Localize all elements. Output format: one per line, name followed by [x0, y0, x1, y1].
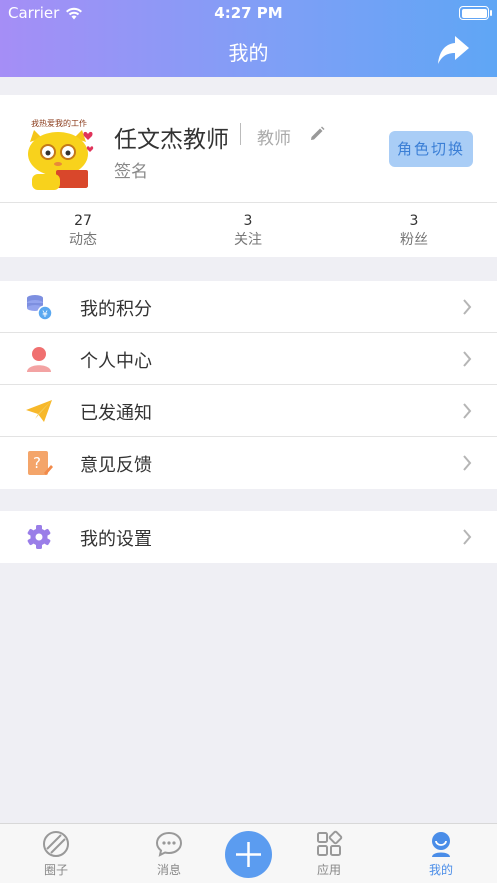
person-icon [27, 347, 51, 372]
menu-item-settings[interactable]: 我的设置 [0, 511, 497, 563]
user-role: 教师 [257, 129, 291, 149]
stat-label: 关注 [234, 232, 262, 248]
coins-icon: ¥ [27, 295, 53, 321]
tab-messages[interactable]: 消息 [139, 830, 199, 878]
feedback-icon: ? [28, 451, 53, 475]
avatar-caption: 我热爱我的工作 [31, 118, 87, 128]
stat-following[interactable]: 3 关注 [188, 213, 308, 249]
menu-group-settings: 我的设置 [0, 511, 497, 563]
clock: 4:27 PM [214, 4, 283, 22]
stat-label: 粉丝 [400, 232, 428, 248]
tab-label: 我的 [428, 863, 453, 877]
tab-me[interactable]: 我的 [411, 830, 471, 878]
status-bar: Carrier 4:27 PM [0, 0, 497, 26]
name-divider [240, 123, 241, 145]
add-button[interactable] [225, 831, 272, 878]
menu-label: 意见反馈 [80, 455, 152, 476]
cartoon-cat-avatar: 我热爱我的工作 [16, 112, 102, 198]
nav-header: Carrier 4:27 PM 我的 [0, 0, 497, 77]
share-icon[interactable] [435, 32, 471, 68]
stat-value: 27 [74, 213, 92, 229]
menu-item-feedback[interactable]: ? 意见反馈 [0, 437, 497, 489]
menu-label: 已发通知 [80, 403, 152, 424]
tab-label: 圈子 [43, 863, 68, 877]
menu-label: 我的设置 [80, 529, 152, 550]
message-icon [155, 831, 183, 857]
profile-icon [432, 832, 450, 857]
page-title: 我的 [228, 41, 269, 65]
menu-item-sent-notices[interactable]: 已发通知 [0, 385, 497, 437]
menu-group-main: ¥ 我的积分 个人中心 已发通知 ? 意见反馈 [0, 281, 497, 489]
tab-apps[interactable]: 应用 [299, 830, 359, 878]
gear-icon [27, 525, 51, 549]
chevron-right-icon [463, 299, 472, 315]
role-switch-button[interactable]: 角色切换 [389, 131, 473, 167]
user-name: 任文杰教师 [114, 127, 229, 153]
menu-label: 个人中心 [80, 351, 152, 372]
apps-icon [317, 830, 343, 856]
plus-icon [236, 842, 261, 867]
chevron-right-icon [463, 529, 472, 545]
battery-icon [459, 6, 492, 20]
profile-card: 我热爱我的工作 任文杰教师 教师 签名 角色切换 27 动态 3 关注 3 粉丝 [0, 95, 497, 257]
signature[interactable]: 签名 [114, 157, 148, 182]
tab-label: 应用 [316, 863, 341, 877]
svg-text:?: ? [33, 454, 41, 472]
divider [0, 202, 497, 203]
stat-value: 3 [409, 213, 419, 229]
stat-posts[interactable]: 27 动态 [23, 213, 143, 249]
stat-value: 3 [243, 213, 253, 229]
chevron-right-icon [463, 455, 472, 471]
stat-label: 动态 [69, 232, 97, 248]
menu-item-points[interactable]: ¥ 我的积分 [0, 281, 497, 333]
menu-label: 我的积分 [80, 299, 152, 320]
circle-icon [43, 831, 69, 857]
tab-bar: 圈子 消息 应用 我的 [0, 823, 497, 883]
svg-text:¥: ¥ [42, 310, 48, 320]
stat-followers[interactable]: 3 粉丝 [354, 213, 474, 249]
paper-plane-icon [26, 400, 52, 422]
chevron-right-icon [463, 403, 472, 419]
tab-label: 消息 [156, 863, 181, 877]
tab-circle[interactable]: 圈子 [26, 830, 86, 878]
pencil-icon[interactable] [309, 126, 325, 142]
menu-item-personal-center[interactable]: 个人中心 [0, 333, 497, 385]
chevron-right-icon [463, 351, 472, 367]
avatar[interactable]: 我热爱我的工作 [16, 112, 102, 198]
